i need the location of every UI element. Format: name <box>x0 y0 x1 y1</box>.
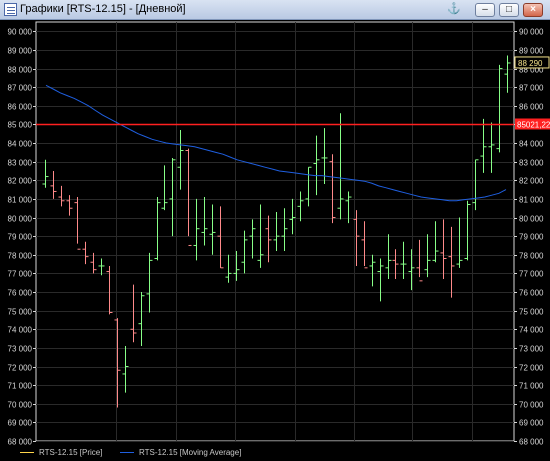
price-chart[interactable]: 68 000 69 000 70 000 71 000 72 000 73 000 74 0… <box>0 0 550 446</box>
y-tick-label-right: 76 000 <box>519 289 544 298</box>
y-tick-label-left: 88 000 <box>8 66 33 75</box>
legend-price-swatch <box>20 452 34 453</box>
y-tick-label-right: 72 000 <box>519 364 544 373</box>
y-tick-label-left: 76 000 <box>8 289 33 298</box>
y-tick-label-left: 84 000 <box>8 140 33 149</box>
y-tick-label-right: 81 000 <box>519 196 544 205</box>
y-tick-label-right: 82 000 <box>519 177 544 186</box>
y-tick-label-left: 79 000 <box>8 233 33 242</box>
left-price-axis: 68 000 69 000 70 000 71 000 72 000 73 000 74 0… <box>8 28 36 447</box>
y-tick-label-right: 86 000 <box>519 103 544 112</box>
legend-price-label: RTS-12.15 [Price] <box>39 448 103 457</box>
y-tick-label-left: 77 000 <box>8 270 33 279</box>
y-tick-label-left: 82 000 <box>8 177 33 186</box>
y-tick-label-right: 79 000 <box>519 233 544 242</box>
y-tick-label-right: 69 000 <box>519 419 544 428</box>
y-tick-label-left: 72 000 <box>8 364 33 373</box>
y-tick-label-left: 87 000 <box>8 84 33 93</box>
y-tick-label-right: 80 000 <box>519 215 544 224</box>
y-tick-label-right: 77 000 <box>519 270 544 279</box>
y-tick-label-right: 75 000 <box>519 308 544 317</box>
y-tick-label-left: 90 000 <box>8 28 33 37</box>
y-tick-label-left: 71 000 <box>8 382 33 391</box>
chart-legend: RTS-12.15 [Price] RTS-12.15 [Moving Aver… <box>0 446 550 461</box>
y-tick-label-left: 80 000 <box>8 215 33 224</box>
y-tick-label-left: 73 000 <box>8 345 33 354</box>
y-tick-label-right: 87 000 <box>519 84 544 93</box>
y-tick-label-right: 84 000 <box>519 140 544 149</box>
y-tick-label-left: 69 000 <box>8 419 33 428</box>
y-tick-label-left: 68 000 <box>8 438 33 447</box>
y-tick-label-left: 74 000 <box>8 326 33 335</box>
y-tick-label-right: 90 000 <box>519 28 544 37</box>
legend-item-price[interactable]: RTS-12.15 [Price] <box>20 448 102 457</box>
right-price-axis: 68 000 69 000 70 000 71 000 72 000 73 000 74 0… <box>514 28 544 447</box>
y-tick-label-left: 86 000 <box>8 103 33 112</box>
y-tick-label-left: 89 000 <box>8 47 33 56</box>
last-price-label: 88 290 <box>518 59 543 68</box>
level-label: 85021,22 <box>517 121 550 130</box>
legend-ma-swatch <box>120 452 134 453</box>
y-tick-label-left: 70 000 <box>8 401 33 410</box>
y-tick-label-right: 68 000 <box>519 438 544 447</box>
legend-item-ma[interactable]: RTS-12.15 [Moving Average] <box>120 448 241 457</box>
y-tick-label-right: 89 000 <box>519 47 544 56</box>
y-tick-label-left: 78 000 <box>8 252 33 261</box>
y-tick-label-left: 83 000 <box>8 159 33 168</box>
y-tick-label-right: 73 000 <box>519 345 544 354</box>
y-tick-label-right: 70 000 <box>519 401 544 410</box>
y-tick-label-right: 83 000 <box>519 159 544 168</box>
y-tick-label-right: 71 000 <box>519 382 544 391</box>
y-tick-label-left: 75 000 <box>8 308 33 317</box>
legend-ma-label: RTS-12.15 [Moving Average] <box>139 448 242 457</box>
y-tick-label-left: 85 000 <box>8 121 33 130</box>
y-tick-label-right: 74 000 <box>519 326 544 335</box>
y-tick-label-right: 78 000 <box>519 252 544 261</box>
y-tick-label-left: 81 000 <box>8 196 33 205</box>
